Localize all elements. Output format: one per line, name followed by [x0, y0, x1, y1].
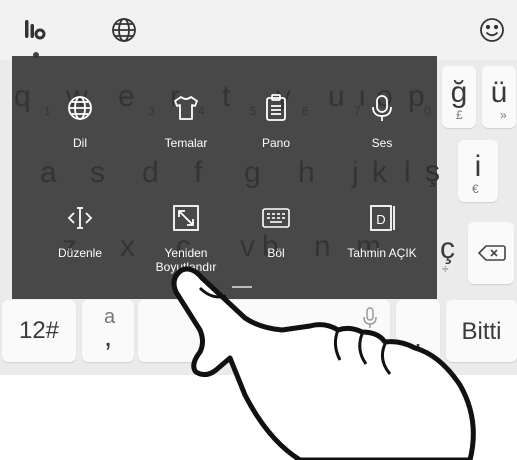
key-g-breve-label: ğ — [450, 76, 468, 109]
period-key-label: . — [414, 322, 422, 353]
panel-item-label: Pano — [261, 136, 291, 150]
done-key-label: Bitti — [461, 318, 502, 345]
tshirt-icon — [170, 92, 202, 124]
globe-icon — [64, 92, 96, 124]
key-dotted-i-label: i — [474, 150, 482, 183]
key-u-umlaut-label: ü — [490, 76, 508, 109]
key-a-comma-label: , — [103, 320, 113, 353]
numbers-key-label: 12# — [18, 317, 60, 344]
panel-item-edit[interactable]: Düzenle — [27, 202, 133, 260]
key-g-breve-sub: £ — [456, 108, 463, 122]
panel-item-label: Dil — [73, 136, 87, 150]
keyboard-settings-panel: Dil Temalar Pano Ses Düzenle Yeniden Boy… — [12, 56, 437, 299]
microphone-icon — [366, 92, 398, 124]
microphone-icon — [363, 307, 377, 328]
panel-item-label: Düzenle — [57, 246, 103, 260]
keyboard-toolbar — [0, 0, 517, 60]
key-c-cedilla[interactable]: ç — [440, 232, 455, 266]
panel-page-indicator — [232, 286, 252, 288]
prediction-icon: D — [366, 202, 398, 234]
key-g-breve[interactable]: ğ £ — [442, 66, 476, 128]
panel-item-label: Tahmin AÇIK — [347, 246, 417, 260]
panel-item-label: Ses — [371, 136, 393, 150]
key-dotted-i[interactable]: i € — [458, 140, 498, 202]
backspace-key[interactable] — [468, 222, 514, 284]
space-bar-label: Türkçe ▸ — [236, 322, 306, 342]
clipboard-icon — [260, 92, 292, 124]
backspace-icon — [478, 245, 506, 261]
panel-item-prediction[interactable]: D Tahmin AÇIK — [329, 202, 435, 260]
key-a-comma[interactable]: a , — [82, 300, 134, 362]
panel-item-split[interactable]: Böl — [223, 202, 329, 260]
key-dotted-i-sub: € — [472, 182, 479, 196]
panel-item-label: Böl — [267, 246, 285, 260]
resize-icon — [170, 202, 202, 234]
done-key[interactable]: Bitti — [446, 300, 517, 362]
panel-item-clipboard[interactable]: Pano — [223, 92, 329, 150]
svg-text:D: D — [376, 212, 385, 227]
text-cursor-icon — [64, 202, 96, 234]
globe-icon[interactable] — [108, 14, 140, 46]
panel-item-voice[interactable]: Ses — [329, 92, 435, 150]
period-key[interactable]: . — [396, 300, 440, 362]
panel-item-language[interactable]: Dil — [27, 92, 133, 150]
numbers-key[interactable]: 12# — [2, 300, 76, 362]
smiley-icon[interactable] — [476, 14, 508, 46]
key-c-cedilla-sub: ÷ — [442, 262, 449, 276]
key-u-umlaut-sub: » — [500, 108, 507, 122]
keyboard-split-icon — [260, 202, 292, 234]
htc-sense-logo-icon[interactable] — [18, 14, 50, 46]
key-u-umlaut[interactable]: ü » — [482, 66, 516, 128]
